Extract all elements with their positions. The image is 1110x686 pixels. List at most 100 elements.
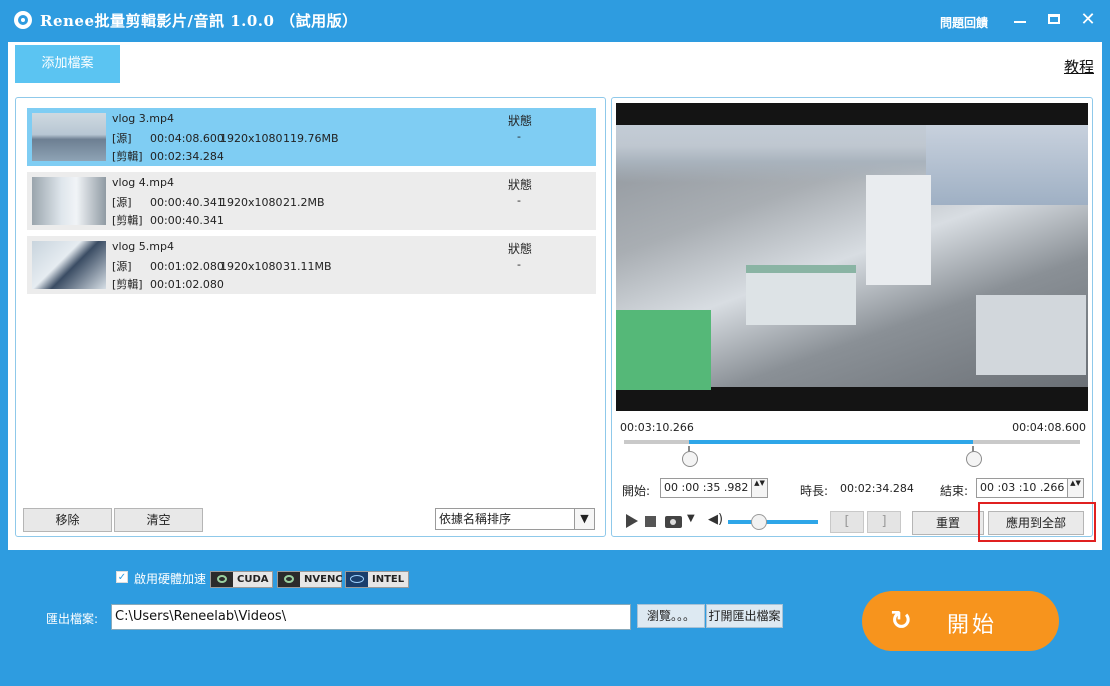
start-time-spinner[interactable]: ▲▼ — [751, 479, 767, 497]
video-preview — [616, 103, 1088, 411]
video-thumbnail — [32, 113, 106, 161]
app-logo-icon — [14, 11, 32, 29]
range-end-handle[interactable] — [965, 446, 983, 468]
start-time-input[interactable]: 00 :00 :35 .982 ▲▼ — [660, 478, 768, 498]
source-duration: 00:04:08.600 — [150, 132, 224, 145]
highlight-box — [978, 502, 1096, 542]
file-list-panel: vlog 3.mp4 [源] 00:04:08.6001920x1080119.7… — [15, 97, 606, 537]
output-path-input[interactable]: C:\Users\Reneelab\Videos\ — [111, 604, 631, 630]
source-duration: 00:01:02.080 — [150, 260, 224, 273]
clip-info: [剪輯] 00:02:34.284 — [112, 148, 224, 164]
chevron-down-icon[interactable]: ▼ — [687, 513, 695, 524]
end-time-value: 00 :03 :10 .266 — [980, 481, 1065, 494]
file-size: 119.76MB — [283, 132, 339, 145]
volume-slider[interactable] — [728, 520, 818, 524]
browse-button[interactable]: 瀏覽。。。 — [637, 604, 705, 628]
duration-label: 時長: — [800, 484, 829, 498]
badge-label: CUDA — [237, 574, 269, 585]
clip-tag: [剪輯] — [112, 150, 143, 163]
duration-value: 00:02:34.284 — [840, 482, 914, 495]
end-time-input[interactable]: 00 :03 :10 .266 ▲▼ — [976, 478, 1084, 498]
volume-slider-knob[interactable] — [750, 514, 767, 530]
status-label: 狀態 — [508, 178, 533, 192]
hw-accel-checkbox[interactable]: ✓ — [116, 571, 128, 583]
preview-panel: 00:03:10.266 00:04:08.600 開始: 00 :00 :35… — [611, 97, 1096, 542]
current-time: 00:03:10.266 — [620, 421, 694, 434]
mark-out-button[interactable]: ] — [867, 511, 901, 533]
status-label: 狀態 — [508, 242, 533, 256]
file-list-item[interactable]: vlog 5.mp4 [源] 00:01:02.0801920x108031.11… — [27, 236, 596, 294]
video-scene-building — [746, 265, 856, 325]
sort-select[interactable]: 依據名稱排序 ▼ — [435, 508, 595, 530]
minimize-button[interactable] — [1008, 8, 1032, 32]
source-tag: [源] — [112, 132, 132, 145]
file-list-item[interactable]: vlog 4.mp4 [源] 00:00:40.3411920x108021.2M… — [27, 172, 596, 230]
video-frame — [616, 125, 1088, 390]
source-tag: [源] — [112, 196, 132, 209]
sort-selected-value: 依據名稱排序 — [439, 512, 512, 526]
start-label: 開始 — [947, 613, 998, 638]
tutorial-link[interactable]: 教程 — [1064, 56, 1094, 77]
main-panel: 添加檔案 教程 vlog 3.mp4 [源] 00:04:08.6001920x1… — [8, 42, 1102, 550]
mark-in-button[interactable]: [ — [830, 511, 864, 533]
resolution: 1920x1080 — [220, 260, 283, 273]
camera-icon[interactable] — [665, 516, 682, 528]
open-output-folder-button[interactable]: 打開匯出檔案 — [706, 604, 783, 628]
clip-duration: 00:01:02.080 — [150, 278, 224, 291]
source-tag: [源] — [112, 260, 132, 273]
end-time-spinner[interactable]: ▲▼ — [1067, 479, 1083, 497]
clip-duration: 00:02:34.284 — [150, 150, 224, 163]
volume-icon[interactable]: ◀) — [708, 512, 723, 527]
video-scene-building — [616, 310, 711, 390]
title-bar: Renee批量剪輯影片/音訊 1.0.0 （試用版） 問題回饋 ✕ — [0, 0, 1110, 40]
cuda-badge: CUDA — [210, 571, 273, 588]
play-icon[interactable] — [626, 514, 638, 528]
range-start-handle[interactable] — [681, 446, 699, 468]
video-scene-building — [866, 175, 931, 285]
source-info: [源] 00:01:02.0801920x108031.11MB — [112, 258, 332, 274]
source-duration: 00:00:40.341 — [150, 196, 224, 209]
file-name: vlog 4.mp4 — [112, 176, 174, 189]
file-size: 31.11MB — [283, 260, 332, 273]
close-button[interactable]: ✕ — [1076, 8, 1100, 32]
clip-range-fill — [689, 440, 974, 444]
file-name: vlog 3.mp4 — [112, 112, 174, 125]
maximize-icon — [1048, 14, 1060, 24]
clip-info: [剪輯] 00:00:40.341 — [112, 212, 224, 228]
nvidia-logo-icon — [278, 572, 300, 587]
clip-info: [剪輯] 00:01:02.080 — [112, 276, 224, 292]
start-time-value: 00 :00 :35 .982 — [664, 481, 749, 494]
reset-button[interactable]: 重置 — [912, 511, 984, 535]
maximize-button[interactable] — [1042, 8, 1066, 32]
badge-label: NVENC — [304, 574, 343, 585]
app-title: Renee批量剪輯影片/音訊 1.0.0 （試用版） — [40, 12, 358, 30]
resolution: 1920x1080 — [220, 132, 283, 145]
stop-icon[interactable] — [645, 516, 656, 527]
clip-range-track[interactable] — [624, 440, 1080, 444]
source-info: [源] 00:00:40.3411920x108021.2MB — [112, 194, 325, 210]
intel-badge: INTEL — [345, 571, 409, 588]
minimize-icon — [1014, 21, 1026, 23]
remove-button[interactable]: 移除 — [23, 508, 112, 532]
clip-tag: [剪輯] — [112, 214, 143, 227]
file-name: vlog 5.mp4 — [112, 240, 174, 253]
resolution: 1920x1080 — [220, 196, 283, 209]
status-label: 狀態 — [508, 114, 533, 128]
chevron-down-icon[interactable]: ▼ — [574, 509, 594, 529]
clip-tag: [剪輯] — [112, 278, 143, 291]
nvenc-badge: NVENC — [277, 571, 343, 588]
video-scene-sea — [926, 125, 1088, 205]
file-size: 21.2MB — [283, 196, 325, 209]
clear-button[interactable]: 清空 — [114, 508, 203, 532]
video-scene-building — [976, 295, 1086, 375]
clip-duration: 00:00:40.341 — [150, 214, 224, 227]
feedback-link[interactable]: 問題回饋 — [940, 14, 988, 31]
start-label: 開始: — [622, 484, 651, 498]
hw-accel-label: 啟用硬體加速 — [134, 572, 207, 586]
start-button[interactable]: ↻ 開始 — [862, 591, 1059, 651]
status-value: - — [517, 194, 521, 207]
video-thumbnail — [32, 177, 106, 225]
badge-label: INTEL — [372, 574, 405, 585]
file-list-item[interactable]: vlog 3.mp4 [源] 00:04:08.6001920x1080119.7… — [27, 108, 596, 166]
add-file-button[interactable]: 添加檔案 — [15, 45, 120, 83]
